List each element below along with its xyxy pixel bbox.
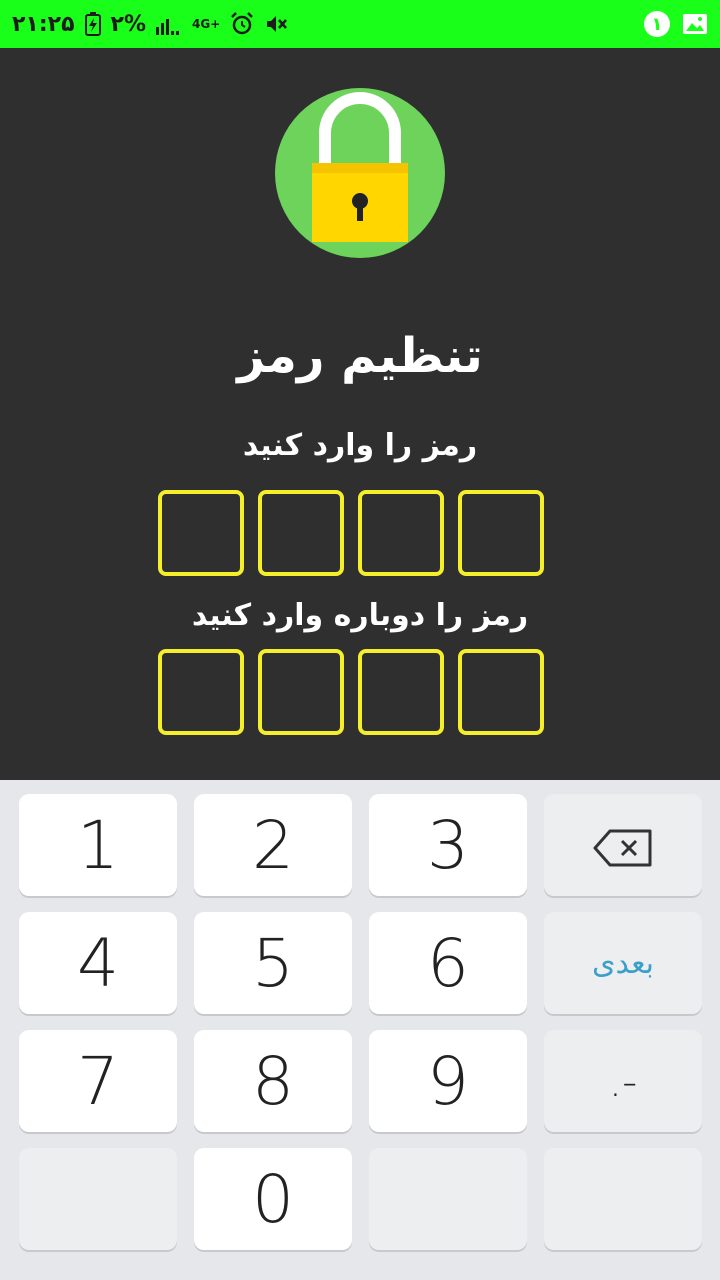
status-right: ۱ xyxy=(644,0,708,48)
empty-key xyxy=(544,1148,702,1250)
status-time: ۲۱:۲۵ xyxy=(12,11,75,37)
lock-icon xyxy=(275,88,445,258)
notification-badge: ۱ xyxy=(644,11,670,37)
status-bar: ۲۱:۲۵ ۲% 4G+ ۱ xyxy=(0,0,720,48)
alarm-icon xyxy=(230,12,254,36)
key-2[interactable]: 2 xyxy=(194,794,352,896)
gallery-icon xyxy=(682,13,708,35)
network-4g-icon: 4G+ xyxy=(192,17,221,31)
password-digit-box[interactable] xyxy=(358,490,444,576)
backspace-key[interactable] xyxy=(544,794,702,896)
key-1[interactable]: 1 xyxy=(19,794,177,896)
key-6[interactable]: 6 xyxy=(369,912,527,1014)
password-digit-box[interactable] xyxy=(458,490,544,576)
confirm-digit-box[interactable] xyxy=(458,649,544,735)
key-7[interactable]: 7 xyxy=(19,1030,177,1132)
key-4[interactable]: 4 xyxy=(19,912,177,1014)
page-title: تنظیم رمز xyxy=(237,328,483,384)
numeric-keyboard: 1 2 3 4 5 6 بعدی 7 8 9 .- 0 xyxy=(0,780,720,1280)
confirm-digit-box[interactable] xyxy=(158,649,244,735)
password-digit-box[interactable] xyxy=(158,490,244,576)
battery-charging-icon xyxy=(84,12,101,36)
enter-password-label: رمز را وارد کنید xyxy=(242,428,478,463)
key-9[interactable]: 9 xyxy=(369,1030,527,1132)
empty-key xyxy=(369,1148,527,1250)
status-left: ۲۱:۲۵ ۲% 4G+ xyxy=(12,0,288,48)
backspace-icon xyxy=(592,807,654,884)
confirm-input-row xyxy=(158,649,544,735)
key-0[interactable]: 0 xyxy=(194,1148,352,1250)
battery-percent: ۲% xyxy=(110,11,146,37)
password-input-row xyxy=(158,490,544,576)
symbol-key[interactable]: .- xyxy=(544,1030,702,1132)
main-area: تنظیم رمز رمز را وارد کنید رمز را دوباره… xyxy=(0,48,720,780)
key-8[interactable]: 8 xyxy=(194,1030,352,1132)
next-key[interactable]: بعدی xyxy=(544,912,702,1014)
password-digit-box[interactable] xyxy=(258,490,344,576)
empty-key xyxy=(19,1148,177,1250)
mute-icon xyxy=(264,12,288,36)
key-3[interactable]: 3 xyxy=(369,794,527,896)
key-5[interactable]: 5 xyxy=(194,912,352,1014)
signal-icon xyxy=(156,13,182,35)
confirm-password-label: رمز را دوباره وارد کنید xyxy=(191,598,529,633)
confirm-digit-box[interactable] xyxy=(258,649,344,735)
confirm-digit-box[interactable] xyxy=(358,649,444,735)
